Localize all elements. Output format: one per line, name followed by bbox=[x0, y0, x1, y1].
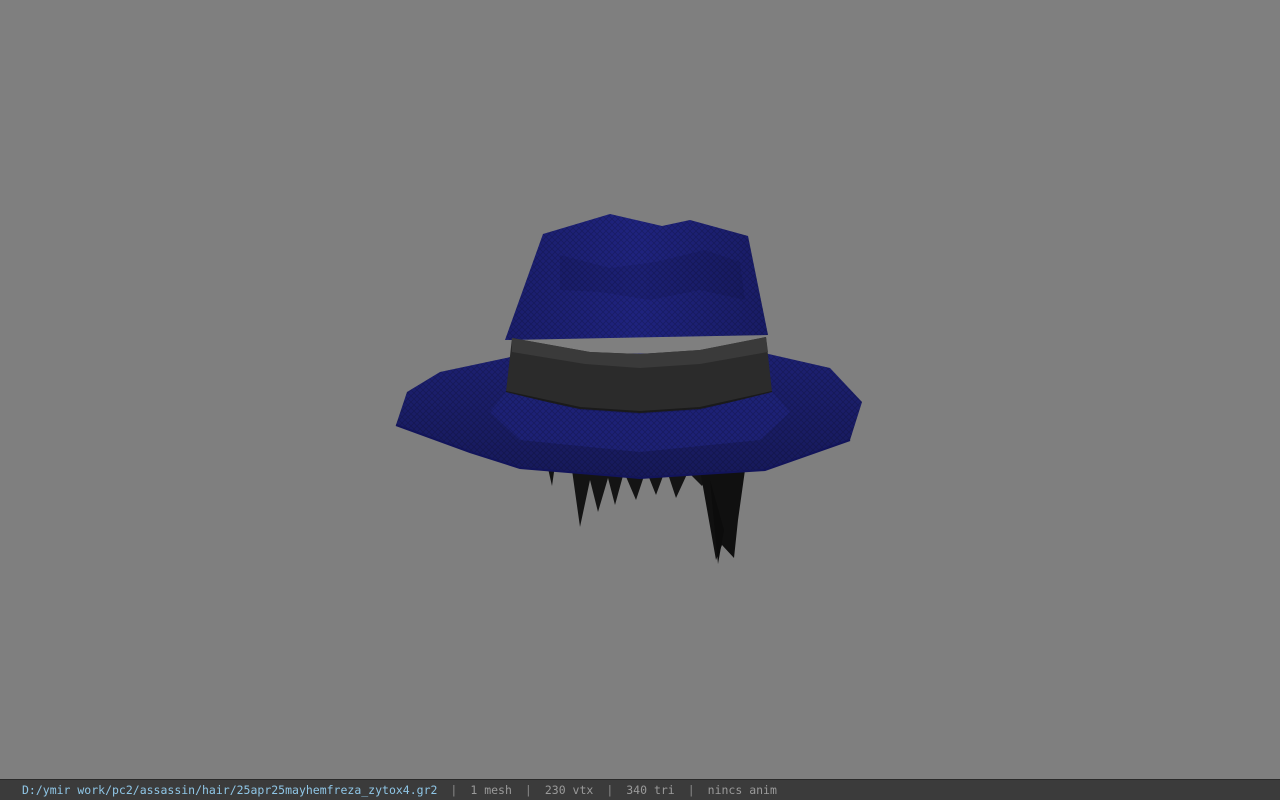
animation-status: nincs anim bbox=[707, 783, 777, 797]
hat-model bbox=[395, 214, 862, 564]
separator: | bbox=[687, 783, 695, 797]
3d-viewport[interactable] bbox=[0, 0, 1280, 779]
file-path: D:/ymir work/pc2/assassin/hair/25apr25ma… bbox=[22, 783, 438, 797]
triangle-count: 340 tri bbox=[626, 783, 675, 797]
separator: | bbox=[524, 783, 532, 797]
mesh-count: 1 mesh bbox=[470, 783, 512, 797]
status-bar: D:/ymir work/pc2/assassin/hair/25apr25ma… bbox=[0, 779, 1280, 800]
vertex-count: 230 vtx bbox=[544, 783, 594, 797]
separator: | bbox=[450, 783, 458, 797]
hat-crown bbox=[505, 214, 768, 340]
separator: | bbox=[606, 783, 614, 797]
hat-band bbox=[505, 337, 773, 414]
